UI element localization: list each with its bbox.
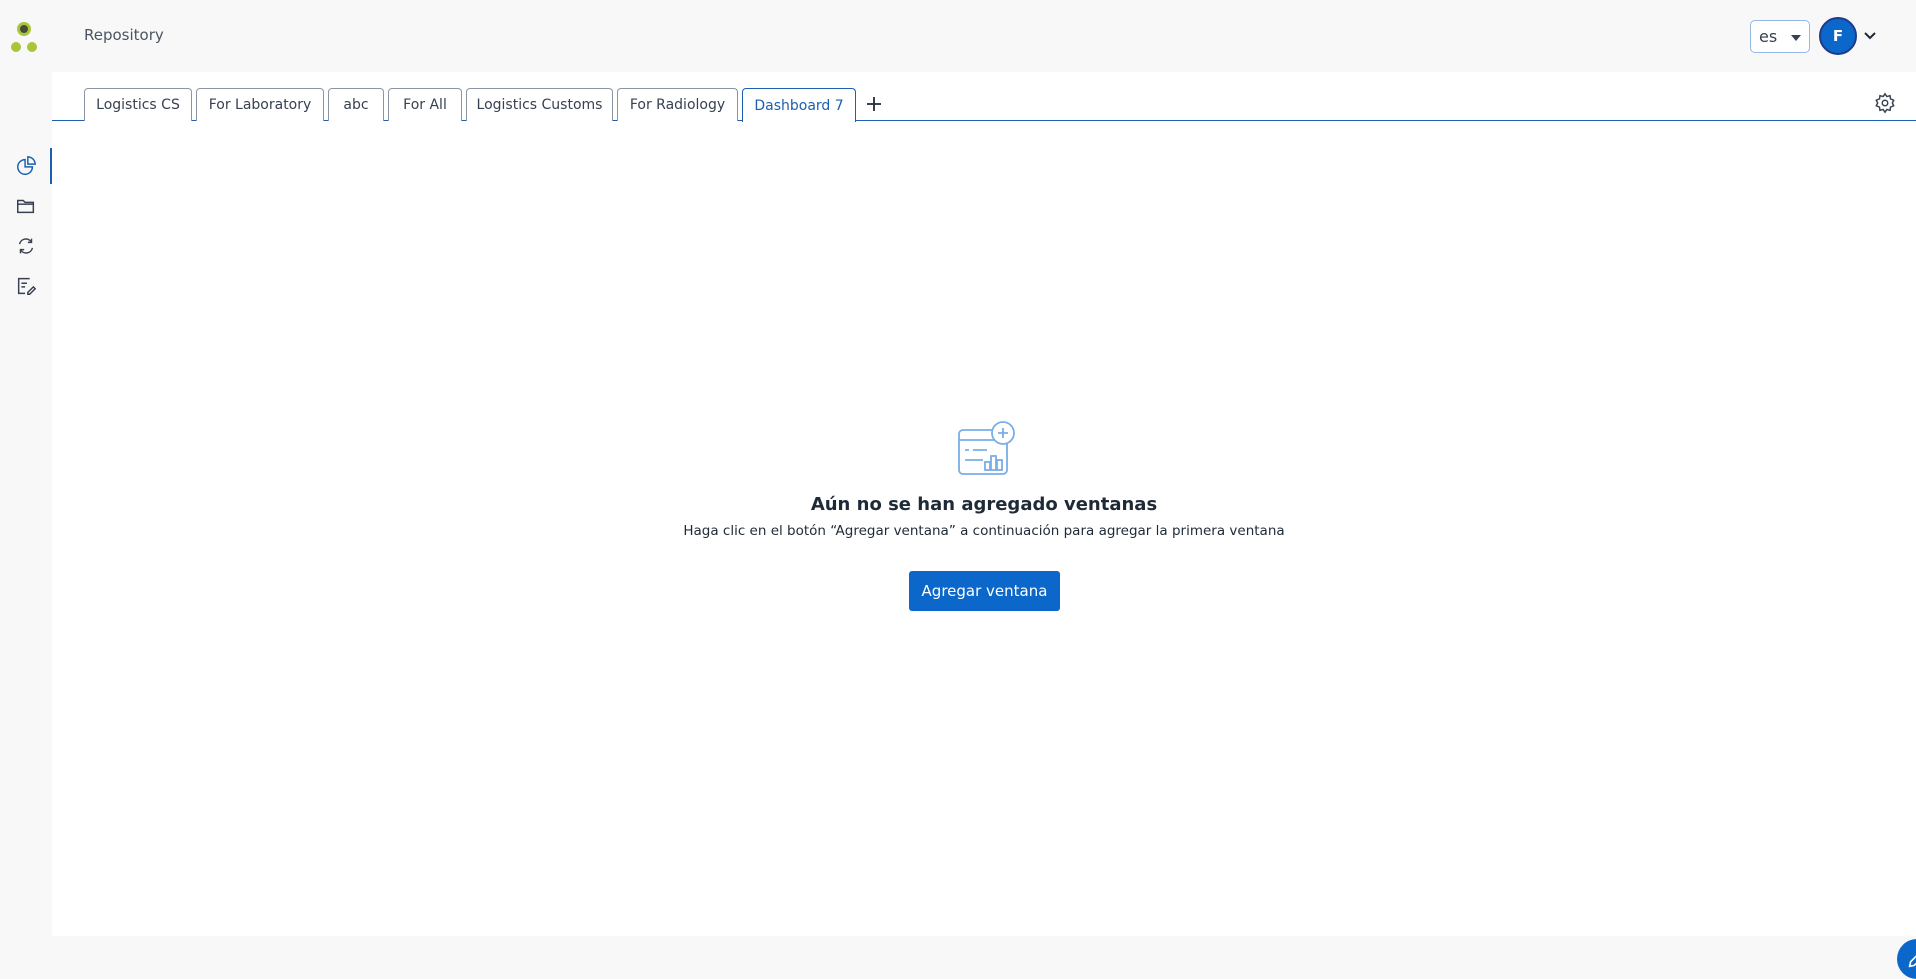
dashboard-tabs: Logistics CS For Laboratory abc For All … <box>52 72 1916 122</box>
pie-chart-icon <box>17 156 36 175</box>
tab-logistics-cs[interactable]: Logistics CS <box>84 88 192 121</box>
edit-dashboard-button[interactable] <box>1897 939 1916 979</box>
tab-label: Logistics Customs <box>476 97 603 113</box>
chevron-down-icon[interactable] <box>1862 27 1878 43</box>
tab-label: For All <box>403 97 447 113</box>
caret-down-icon <box>1791 35 1801 41</box>
tab-label: Dashboard 7 <box>754 97 844 114</box>
sidebar <box>0 72 52 936</box>
tab-for-all[interactable]: For All <box>388 88 462 121</box>
add-tab-plus-icon[interactable] <box>862 92 886 116</box>
tab-dashboard-7[interactable]: Dashboard 7 <box>742 88 856 122</box>
sidebar-item-dashboards[interactable] <box>0 146 52 186</box>
empty-state-subtitle: Haga clic en el botón “Agregar ventana” … <box>683 523 1285 539</box>
tab-for-laboratory[interactable]: For Laboratory <box>196 88 324 121</box>
sidebar-item-repository[interactable] <box>0 186 52 226</box>
top-bar: Repository es F <box>0 0 1916 72</box>
tab-abc[interactable]: abc <box>328 88 384 121</box>
tab-label: For Laboratory <box>208 97 312 113</box>
add-window-button[interactable]: Agregar ventana <box>909 571 1060 611</box>
app-logo[interactable] <box>10 20 40 56</box>
language-value: es <box>1759 27 1778 46</box>
tab-label: Logistics CS <box>96 97 180 113</box>
language-select[interactable]: es <box>1750 20 1810 53</box>
folder-icon <box>17 199 35 214</box>
gear-icon[interactable] <box>1874 92 1896 114</box>
refresh-icon <box>18 238 34 254</box>
add-widget-icon <box>958 421 1015 475</box>
tab-label: abc <box>343 97 369 113</box>
empty-state-title: Aún no se han agregado ventanas <box>810 494 1158 515</box>
tab-label: For Radiology <box>629 97 726 113</box>
sidebar-item-sync[interactable] <box>0 226 52 266</box>
pencil-icon <box>1908 955 1916 968</box>
tab-logistics-customs[interactable]: Logistics Customs <box>466 88 613 121</box>
app-title: Repository <box>84 26 164 44</box>
edit-document-icon <box>17 277 37 295</box>
sidebar-item-reports[interactable] <box>0 266 52 306</box>
avatar[interactable]: F <box>1819 17 1857 55</box>
tab-for-radiology[interactable]: For Radiology <box>617 88 738 121</box>
main-content: Logistics CS For Laboratory abc For All … <box>52 72 1916 979</box>
avatar-initial: F <box>1832 27 1844 45</box>
